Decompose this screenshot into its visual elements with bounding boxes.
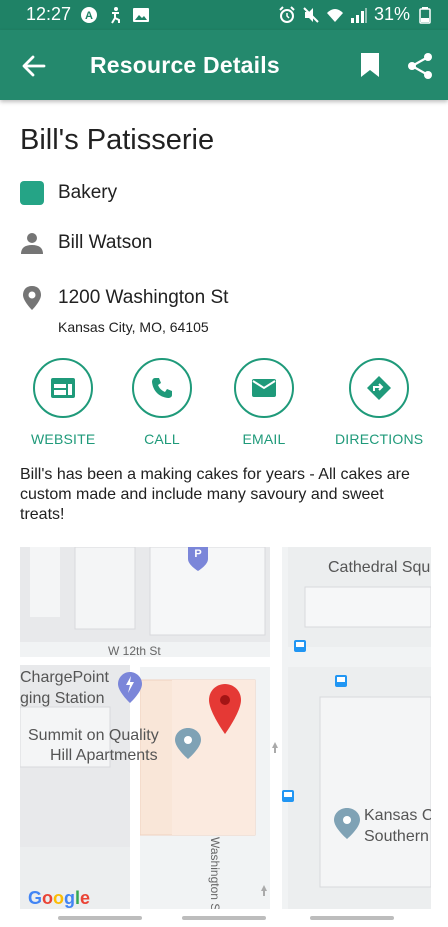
- status-bar: 12:27 A 31%: [0, 0, 448, 30]
- transit-marker-icon[interactable]: [282, 790, 294, 802]
- app-bar-title: Resource Details: [90, 52, 280, 78]
- nav-home-button[interactable]: [182, 916, 266, 920]
- map-label-street-w12: W 12th St: [108, 644, 161, 658]
- google-logo-letter: g: [64, 888, 76, 908]
- signal-icon: [350, 7, 367, 23]
- category-color-swatch: [20, 181, 44, 205]
- directions-button[interactable]: DIRECTIONS: [335, 358, 423, 447]
- mail-icon: [252, 379, 276, 397]
- nav-recents-button[interactable]: [58, 916, 142, 920]
- map-label-charging-station: ging Station: [20, 690, 105, 707]
- google-logo-letter: e: [80, 888, 91, 908]
- a-icon: A: [81, 7, 97, 23]
- contact-name: Bill Watson: [58, 232, 153, 253]
- map-label-southern: Southern: [364, 828, 429, 845]
- address-line2: Kansas City, MO, 64105: [58, 319, 209, 335]
- bookmark-icon[interactable]: [358, 52, 382, 78]
- map-label-hill-apartments: Hill Apartments: [50, 747, 158, 764]
- resource-name: Bill's Patisserie: [20, 124, 215, 156]
- mute-icon: [303, 6, 319, 23]
- map-label-washington: Washington St: [208, 837, 222, 909]
- website-label: WEBSITE: [31, 431, 96, 447]
- phone-icon: [152, 378, 172, 398]
- category-row: Bakery: [20, 181, 117, 205]
- map-label-kansas: Kansas C: [364, 807, 431, 824]
- alarm-icon: [279, 5, 295, 23]
- directions-icon: [367, 376, 392, 400]
- google-logo-letter: o: [42, 888, 54, 908]
- address-row[interactable]: 1200 Washington St: [20, 285, 228, 311]
- person-icon: [21, 233, 43, 254]
- call-button[interactable]: CALL: [132, 358, 192, 447]
- back-arrow-icon[interactable]: [20, 52, 48, 80]
- email-label: EMAIL: [242, 431, 286, 447]
- map-view[interactable]: P Cathedral Squ W 12th St ChargePoint gi…: [20, 547, 431, 909]
- website-button[interactable]: WEBSITE: [31, 358, 95, 447]
- google-logo: Google: [28, 888, 90, 909]
- nav-back-button[interactable]: [310, 916, 394, 920]
- map-label-chargepoint: ChargePoint: [20, 669, 109, 686]
- one-way-arrow-icon: [261, 885, 267, 896]
- google-logo-letter: o: [53, 888, 65, 908]
- battery-percent: 31%: [373, 4, 410, 24]
- contact-row: Bill Watson: [20, 231, 152, 255]
- transit-marker-icon[interactable]: [294, 640, 306, 652]
- system-nav-bar: [0, 909, 448, 927]
- svg-text:P: P: [194, 548, 201, 560]
- resource-description: Bill's has been a making cakes for years…: [20, 466, 410, 523]
- location-pin-icon: [23, 286, 41, 310]
- accessibility-icon: [111, 7, 120, 24]
- email-button[interactable]: EMAIL: [234, 358, 294, 447]
- category-label: Bakery: [58, 182, 118, 203]
- status-time: 12:27: [26, 4, 72, 24]
- status-notification-icons: A: [80, 6, 150, 24]
- call-label: CALL: [144, 431, 180, 447]
- map-label-cathedral: Cathedral Squ: [328, 559, 431, 576]
- directions-label: DIRECTIONS: [335, 431, 424, 447]
- app-bar: Resource Details: [0, 30, 448, 100]
- action-buttons: WEBSITE CALL EMAIL DIRECTIONS: [0, 358, 448, 448]
- google-logo-letter: G: [28, 888, 43, 908]
- transit-marker-icon[interactable]: [335, 675, 347, 687]
- address-line1: 1200 Washington St: [58, 287, 229, 308]
- battery-icon: [419, 6, 431, 24]
- map-label-summit: Summit on Quality: [28, 727, 159, 744]
- svg-text:A: A: [85, 10, 93, 22]
- status-system-icons: 31%: [278, 4, 434, 25]
- web-icon: [51, 378, 76, 398]
- wifi-icon: [326, 8, 343, 22]
- image-icon: [133, 8, 149, 22]
- share-icon[interactable]: [406, 52, 434, 80]
